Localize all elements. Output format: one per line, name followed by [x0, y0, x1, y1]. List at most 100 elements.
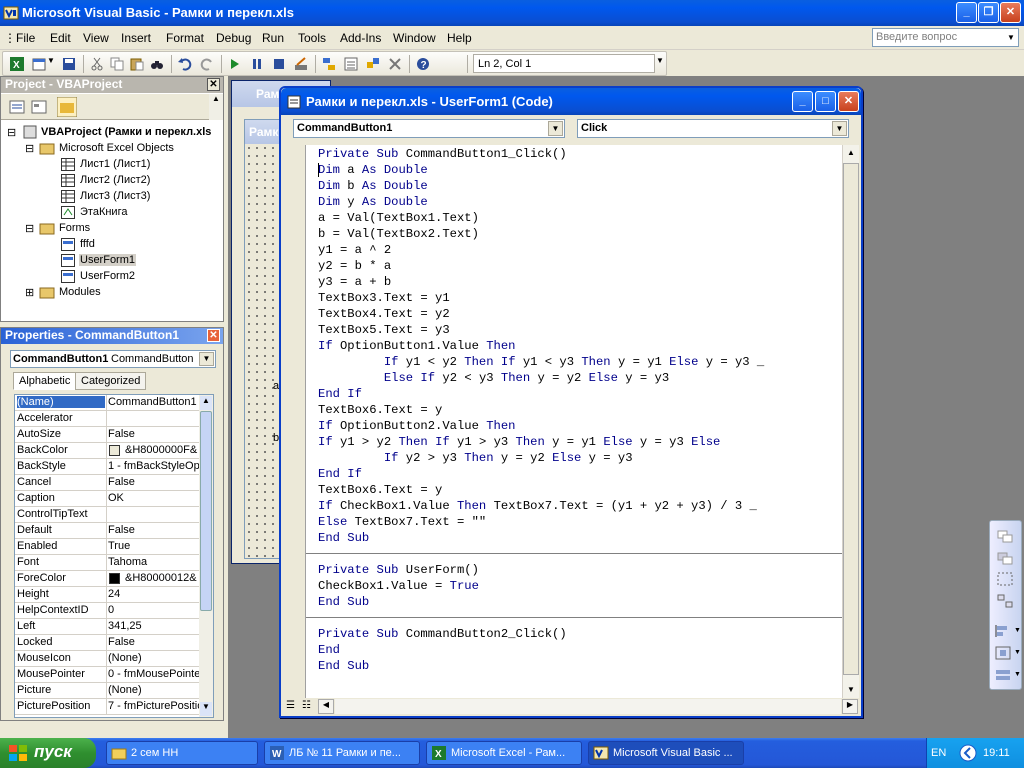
property-value[interactable]: 1 - fmBackStyleOpaque	[108, 460, 200, 472]
code-line[interactable]: Private Sub UserForm()	[318, 562, 479, 578]
code-line[interactable]: End If	[318, 466, 362, 482]
property-row[interactable]: Enabled True	[15, 539, 201, 555]
tree-item-sheet2[interactable]: Лист2 (Лист2)	[80, 174, 150, 186]
object-dropdown[interactable]: CommandButton1 ▼	[293, 119, 565, 138]
tab-alphabetic[interactable]: Alphabetic	[13, 372, 77, 390]
code-line[interactable]: b = Val(TextBox2.Text)	[318, 226, 479, 242]
view-object-icon[interactable]	[31, 99, 47, 115]
run-icon[interactable]	[227, 56, 243, 72]
find-icon[interactable]	[149, 56, 165, 72]
code-line[interactable]: End Sub	[318, 658, 369, 674]
tree-item-vbaproject[interactable]: VBAProject (Рамки и перекл.xls	[41, 126, 211, 138]
code-line[interactable]: End Sub	[318, 530, 369, 546]
object-browser-icon[interactable]	[365, 56, 381, 72]
group-icon[interactable]	[996, 571, 1014, 587]
menu-file[interactable]: File	[16, 31, 35, 45]
restore-button[interactable]: ❐	[978, 2, 999, 23]
property-row[interactable]: MousePointer 0 - fmMousePointerDefault	[15, 667, 201, 683]
property-row[interactable]: Accelerator	[15, 411, 201, 427]
code-line[interactable]: Private Sub CommandButton1_Click()	[318, 146, 567, 162]
code-margin[interactable]	[284, 145, 306, 698]
property-value[interactable]: 24	[108, 588, 200, 600]
code-line[interactable]: If y1 < y2 Then If y1 < y3 Then y = y1 E…	[318, 354, 764, 370]
make-same-size-icon[interactable]	[994, 667, 1012, 683]
code-line[interactable]: If y2 > y3 Then y = y2 Else y = y3	[318, 450, 633, 466]
object-selector[interactable]: CommandButton1 CommandButton ▼	[10, 350, 216, 368]
chevron-down-icon[interactable]: ▼	[1014, 627, 1021, 634]
close-button[interactable]: ✕	[1000, 2, 1021, 23]
code-line[interactable]: y3 = a + b	[318, 274, 391, 290]
help-icon[interactable]: ?	[415, 56, 431, 72]
menu-debug[interactable]: Debug	[216, 31, 251, 45]
close-icon[interactable]: ✕	[207, 329, 220, 342]
close-button[interactable]: ✕	[838, 91, 859, 112]
property-row[interactable]: Locked False	[15, 635, 201, 651]
menu-edit[interactable]: Edit	[50, 31, 71, 45]
tab-categorized[interactable]: Categorized	[75, 372, 147, 390]
code-line[interactable]: TextBox5.Text = y3	[318, 322, 450, 338]
paste-icon[interactable]	[129, 56, 145, 72]
break-icon[interactable]	[249, 56, 265, 72]
property-value[interactable]: OK	[108, 492, 200, 504]
code-line[interactable]: End If	[318, 386, 362, 402]
save-icon[interactable]	[61, 56, 77, 72]
close-icon[interactable]: ✕	[207, 78, 220, 91]
code-horizontal-scrollbar[interactable]: ☰ ☷ ◀ ▶	[284, 698, 859, 715]
menu-insert[interactable]: Insert	[121, 31, 151, 45]
property-row[interactable]: Caption OK	[15, 491, 201, 507]
property-row[interactable]: Cancel False	[15, 475, 201, 491]
task-word[interactable]: W ЛБ № 11 Рамки и пе...	[264, 741, 420, 765]
toolbar-options-icon[interactable]: ▼	[656, 56, 672, 72]
minimize-button[interactable]: _	[956, 2, 977, 23]
menu-run[interactable]: Run	[262, 31, 284, 45]
property-row[interactable]: (Name) CommandButton1	[15, 395, 201, 411]
menu-view[interactable]: View	[83, 31, 109, 45]
maximize-button[interactable]: □	[815, 91, 836, 112]
code-line[interactable]: a = Val(TextBox1.Text)	[318, 210, 479, 226]
code-line[interactable]: If CheckBox1.Value Then TextBox7.Text = …	[318, 498, 757, 514]
align-icon[interactable]	[994, 623, 1012, 639]
code-line[interactable]: Else If y2 < y3 Then y = y2 Else y = y3	[318, 370, 669, 386]
collapse-icon[interactable]: ⊟	[25, 142, 34, 155]
design-mode-icon[interactable]	[293, 56, 309, 72]
toolbox-icon[interactable]	[387, 56, 403, 72]
property-row[interactable]: Left 341,25	[15, 619, 201, 635]
property-value[interactable]: False	[108, 636, 200, 648]
code-line[interactable]: y2 = b * a	[318, 258, 391, 274]
code-line[interactable]: TextBox6.Text = y	[318, 402, 442, 418]
language-indicator[interactable]: EN	[931, 747, 946, 759]
property-row[interactable]: HelpContextID 0	[15, 603, 201, 619]
ask-question-input[interactable]: Введите вопрос ▼	[872, 28, 1019, 47]
procedure-dropdown[interactable]: Click ▼	[577, 119, 849, 138]
chevron-down-icon[interactable]: ▼	[1004, 29, 1018, 46]
code-line[interactable]: TextBox6.Text = y	[318, 482, 442, 498]
property-value[interactable]: False	[108, 428, 200, 440]
code-line[interactable]: CheckBox1.Value = True	[318, 578, 479, 594]
scroll-down-icon[interactable]: ▼	[843, 682, 859, 698]
code-line[interactable]: Else TextBox7.Text = ""	[318, 514, 486, 530]
minimize-button[interactable]: _	[792, 91, 813, 112]
code-line[interactable]: y1 = a ^ 2	[318, 242, 391, 258]
menu-tools[interactable]: Tools	[298, 31, 326, 45]
scroll-up-icon[interactable]: ▲	[200, 396, 212, 410]
property-value[interactable]: CommandButton1	[108, 396, 200, 408]
code-line[interactable]: If OptionButton2.Value Then	[318, 418, 516, 434]
reset-icon[interactable]	[271, 56, 287, 72]
ungroup-icon[interactable]	[996, 593, 1014, 609]
property-row[interactable]: MouseIcon (None)	[15, 651, 201, 667]
scroll-track[interactable]	[335, 699, 841, 714]
scroll-up-icon[interactable]: ▲	[843, 145, 859, 161]
view-code-icon[interactable]	[9, 99, 25, 115]
tree-item-fffd[interactable]: fffd	[80, 238, 95, 250]
scroll-thumb[interactable]	[843, 163, 859, 675]
tree-item-thisworkbook[interactable]: ЭтаКнига	[80, 206, 127, 218]
code-line[interactable]: TextBox4.Text = y2	[318, 306, 450, 322]
tree-item-userform1[interactable]: UserForm1	[79, 254, 137, 266]
property-value[interactable]: 0 - fmMousePointerDefault	[108, 668, 200, 680]
project-scrollbar[interactable]: ▲	[209, 94, 223, 120]
task-vb[interactable]: Microsoft Visual Basic ...	[588, 741, 744, 765]
code-line[interactable]: Dim b As Double	[318, 178, 428, 194]
property-value[interactable]: (None)	[108, 652, 200, 664]
property-value[interactable]: False	[108, 476, 200, 488]
tree-item-modules[interactable]: Modules	[59, 286, 101, 298]
